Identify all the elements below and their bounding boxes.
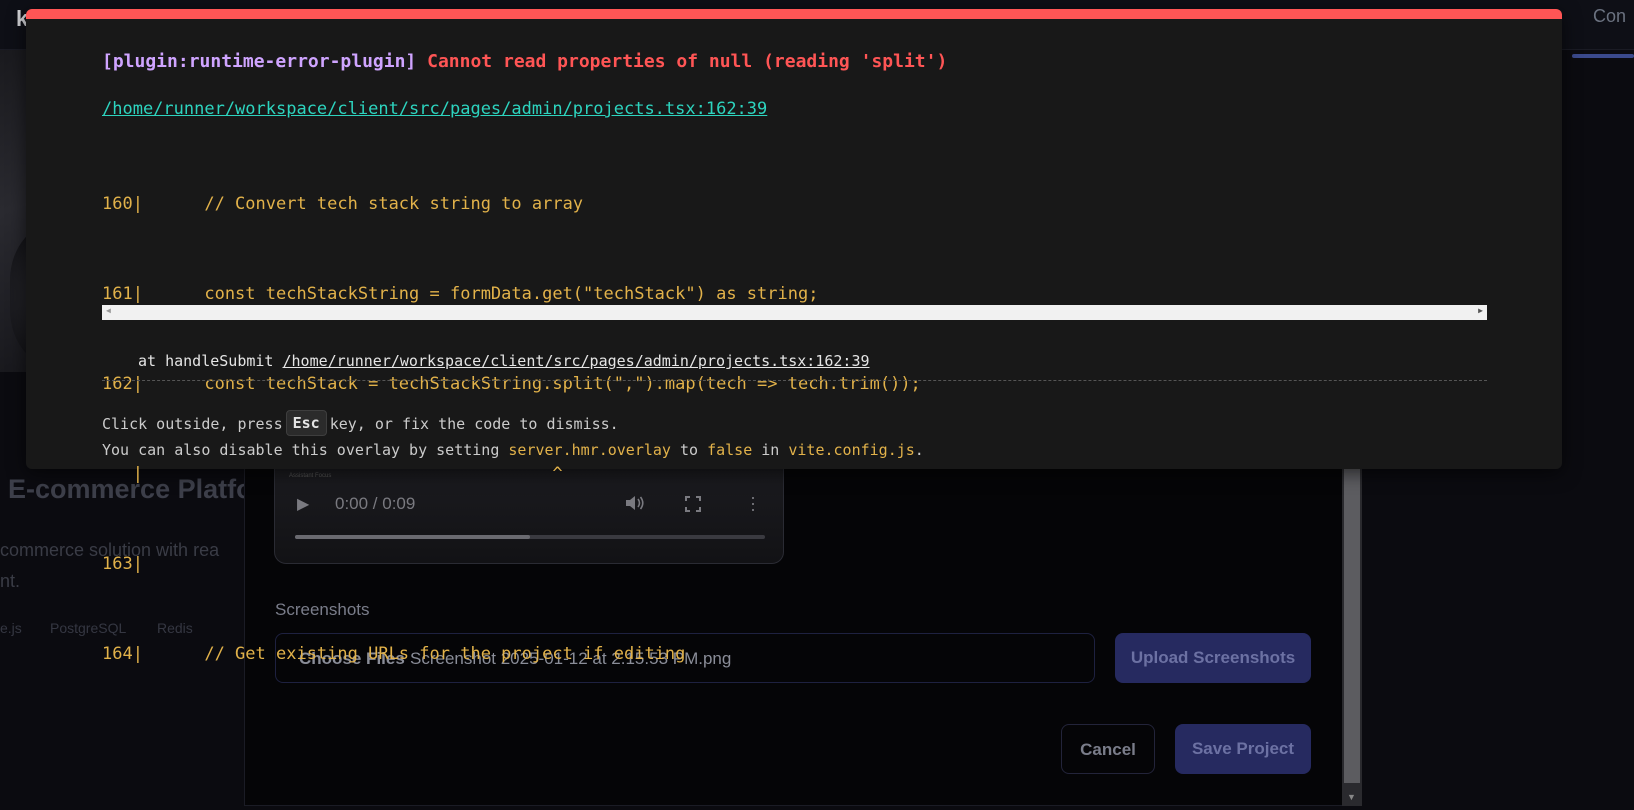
save-project-button[interactable]: Save Project — [1175, 724, 1311, 774]
code-line: 160| // Convert tech stack string to arr… — [102, 194, 584, 214]
tip-text: You can also disable this overlay by set… — [102, 441, 500, 459]
error-file-link[interactable]: /home/runner/workspace/client/src/pages/… — [102, 99, 767, 119]
code-line: 162| const techStack = techStackString.s… — [102, 374, 921, 394]
code-frame-scrollbar[interactable]: ◀ ▶ — [102, 305, 1487, 320]
stack-trace: at handleSubmit /home/runner/workspace/c… — [138, 352, 870, 370]
error-plugin-name: [plugin:runtime-error-plugin] — [102, 51, 417, 72]
nav-link-contact[interactable]: Con — [1593, 6, 1626, 27]
stack-function: at handleSubmit — [138, 352, 274, 370]
error-overlay[interactable]: [plugin:runtime-error-plugin] Cannot rea… — [26, 9, 1562, 664]
cancel-button[interactable]: Cancel — [1061, 724, 1155, 774]
tip-text: key, or fix the code to dismiss. — [329, 415, 619, 433]
config-setting: server.hmr.overlay — [508, 441, 671, 459]
config-file: vite.config.js — [788, 441, 915, 459]
overlay-divider — [102, 380, 1487, 381]
error-header: [plugin:runtime-error-plugin] Cannot rea… — [102, 51, 947, 72]
scroll-left-arrow-icon[interactable]: ◀ — [106, 306, 111, 315]
code-line: 164| // Get existing URLs for the projec… — [102, 644, 686, 664]
tip-text: . — [914, 441, 924, 459]
dismiss-tip: Click outside, press Esc key, or fix the c… — [102, 410, 619, 437]
disable-overlay-tip: You can also disable this overlay by set… — [102, 441, 924, 459]
code-line: 163| — [102, 554, 143, 574]
tip-text: to — [679, 441, 699, 459]
esc-key-badge: Esc — [285, 410, 327, 436]
scroll-right-arrow-icon[interactable]: ▶ — [1478, 306, 1483, 315]
stack-location-link[interactable]: /home/runner/workspace/client/src/pages/… — [283, 352, 870, 370]
tip-text: Click outside, press — [102, 415, 283, 433]
error-message: Cannot read properties of null (reading … — [427, 51, 948, 72]
scroll-down-arrow-icon[interactable]: ▼ — [1347, 792, 1356, 802]
config-value: false — [707, 441, 753, 459]
tech-tag: e.js — [0, 620, 22, 636]
tip-text: in — [761, 441, 780, 459]
nav-active-indicator — [1572, 54, 1634, 58]
code-line-caret: | ^ — [102, 464, 563, 484]
